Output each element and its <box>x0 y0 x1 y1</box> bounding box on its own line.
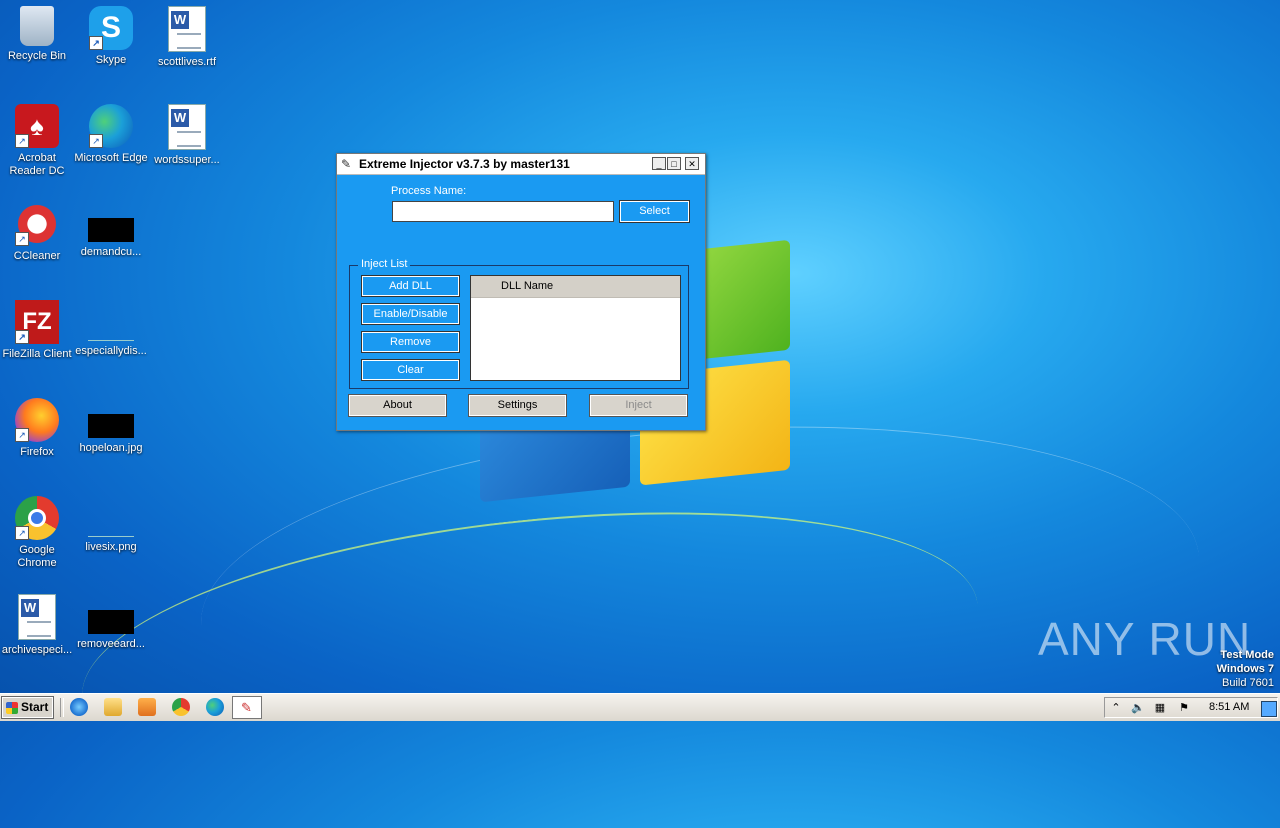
desktop-icon-label: scottlives.rtf <box>157 56 217 68</box>
desktop-icon-label: Microsoft Edge <box>74 152 148 164</box>
inject-list-label: Inject List <box>358 258 411 270</box>
desktop-icon-edge[interactable]: ↗ Microsoft Edge <box>74 104 148 165</box>
taskbar-separator <box>60 698 64 717</box>
clear-button[interactable]: Clear <box>361 359 460 381</box>
title-bar[interactable]: ✎ Extreme Injector v3.7.3 by master131 _… <box>337 154 705 175</box>
filezilla-icon: FZ ↗ <box>15 300 59 344</box>
desktop-icon-ccleaner[interactable]: ↗ CCleaner <box>0 202 74 263</box>
show-desktop-icon[interactable] <box>1261 701 1277 717</box>
desktop-icon-label: CCleaner <box>13 250 61 262</box>
desktop-icon-recycle-bin[interactable]: Recycle Bin <box>0 6 74 63</box>
image-thumbnail-icon <box>88 316 134 341</box>
minimize-button[interactable]: _ <box>652 157 666 170</box>
desktop-icon-wordssuper[interactable]: W wordssuper... <box>150 104 224 167</box>
edge-icon: ↗ <box>89 104 133 148</box>
image-thumbnail-icon <box>88 414 134 438</box>
system-tray: ⌃ 🔈 ▦ ⚑ 8:51 AM <box>1104 697 1278 718</box>
window-title: Extreme Injector v3.7.3 by master131 <box>359 157 570 171</box>
inject-button: Inject <box>589 394 688 417</box>
recycle-bin-icon <box>20 6 54 46</box>
show-hidden-icons-icon[interactable]: ⌃ <box>1109 701 1123 715</box>
desktop-icon-scottlives[interactable]: W scottlives.rtf <box>150 6 224 69</box>
build-label: Build 7601 <box>1222 677 1274 689</box>
internet-explorer-icon[interactable] <box>70 698 88 716</box>
clock[interactable]: 8:51 AM <box>1209 701 1249 713</box>
desktop-icon-label: FileZilla Client <box>2 348 72 360</box>
desktop-icon-skype[interactable]: S ↗ Skype <box>74 6 148 67</box>
acrobat-icon: ♠ ↗ <box>15 104 59 148</box>
firefox-icon: ↗ <box>15 398 59 442</box>
process-name-label: Process Name: <box>391 185 467 197</box>
desktop-icon-label: especiallydis... <box>75 345 147 357</box>
extreme-injector-window: ✎ Extreme Injector v3.7.3 by master131 _… <box>336 153 706 431</box>
start-button[interactable]: Start <box>1 696 54 719</box>
image-thumbnail-icon <box>88 610 134 634</box>
desktop-icon-label: archivespeci... <box>1 644 73 656</box>
desktop-icon-label: Google Chrome <box>17 544 57 569</box>
desktop-icon-label: demandcu... <box>80 246 142 258</box>
windows-build-info: Test Mode Windows 7 Build 7601 <box>1217 648 1274 690</box>
desktop-icon-demandcu[interactable]: demandcu... <box>74 202 148 259</box>
desktop-icon-removeeard[interactable]: removeeard... <box>74 594 148 651</box>
edge-taskbar-icon[interactable] <box>206 698 224 716</box>
desktop-icon-especiallydis[interactable]: especiallydis... <box>74 300 148 358</box>
word-document-icon: W <box>168 104 206 150</box>
dll-name-column-header[interactable]: DLL Name <box>471 276 680 298</box>
windows-flag-icon <box>6 702 18 714</box>
maximize-button[interactable]: □ <box>667 157 681 170</box>
skype-icon: S ↗ <box>89 6 133 50</box>
volume-icon[interactable]: 🔈 <box>1131 701 1145 715</box>
network-icon[interactable]: ▦ <box>1153 701 1167 715</box>
image-thumbnail-icon <box>88 512 134 537</box>
add-dll-button[interactable]: Add DLL <box>361 275 460 297</box>
about-button[interactable]: About <box>348 394 447 417</box>
desktop-icon-archivespeci[interactable]: W archivespeci... <box>0 594 74 657</box>
inject-list-group: Inject List Add DLL Enable/Disable Remov… <box>349 258 689 389</box>
desktop-icon-acrobat[interactable]: ♠ ↗ Acrobat Reader DC <box>0 104 74 178</box>
process-name-input[interactable] <box>392 201 614 222</box>
desktop-icon-firefox[interactable]: ↗ Firefox <box>0 398 74 459</box>
ccleaner-icon: ↗ <box>15 202 59 246</box>
settings-button[interactable]: Settings <box>468 394 567 417</box>
remove-button[interactable]: Remove <box>361 331 460 353</box>
desktop-icon-label: Skype <box>95 54 127 66</box>
action-center-flag-icon[interactable]: ⚑ <box>1177 701 1191 715</box>
desktop-icon-hopeloan[interactable]: hopeloan.jpg <box>74 398 148 455</box>
desktop-icon-livesix[interactable]: livesix.png <box>74 496 148 554</box>
chrome-taskbar-icon[interactable] <box>172 698 190 716</box>
select-button[interactable]: Select <box>619 200 690 223</box>
extreme-injector-taskbar-button[interactable]: ✎ <box>232 696 262 719</box>
media-player-icon[interactable] <box>138 698 156 716</box>
chrome-icon: ↗ <box>15 496 59 540</box>
file-explorer-icon[interactable] <box>104 698 122 716</box>
desktop-icon-label: removeeard... <box>77 638 145 650</box>
word-document-icon: W <box>168 6 206 52</box>
windows-version-label: Windows 7 <box>1216 663 1274 675</box>
desktop-icon-label: Acrobat Reader DC <box>9 152 65 177</box>
desktop-icon-label: Firefox <box>20 446 54 458</box>
desktop-icon-label: livesix.png <box>85 541 137 553</box>
test-mode-label: Test Mode <box>1220 649 1274 661</box>
taskbar: Start ✎ ⌃ 🔈 ▦ ⚑ 8:51 AM <box>0 693 1280 721</box>
syringe-icon: ✎ <box>341 157 352 171</box>
desktop-icon-chrome[interactable]: ↗ Google Chrome <box>0 496 74 570</box>
syringe-icon: ✎ <box>241 700 252 715</box>
word-document-icon: W <box>18 594 56 640</box>
start-label: Start <box>21 700 49 714</box>
dll-list[interactable]: DLL Name <box>470 275 681 381</box>
desktop-icon-label: hopeloan.jpg <box>79 442 143 454</box>
desktop-icon-label: wordssuper... <box>154 154 220 166</box>
image-thumbnail-icon <box>88 218 134 242</box>
desktop-icon-filezilla[interactable]: FZ ↗ FileZilla Client <box>0 300 74 361</box>
close-button[interactable]: ✕ <box>685 157 699 170</box>
enable-disable-button[interactable]: Enable/Disable <box>361 303 460 325</box>
desktop-icon-label: Recycle Bin <box>7 50 67 62</box>
